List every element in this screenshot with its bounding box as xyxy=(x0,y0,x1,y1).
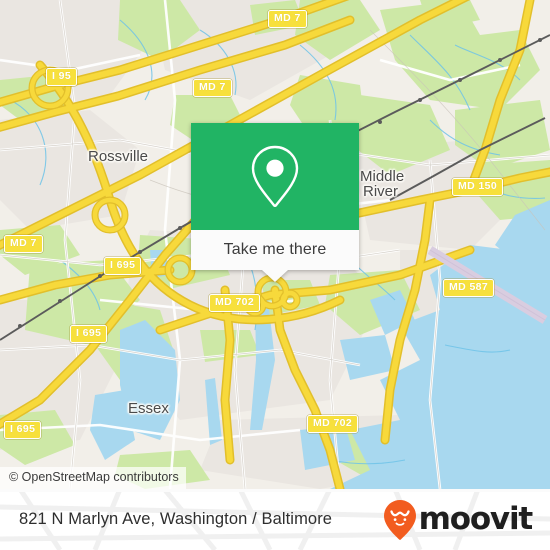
footer-bar: 821 N Marlyn Ave, Washington / Baltimore… xyxy=(0,489,550,550)
road-shield[interactable]: MD 587 xyxy=(443,279,495,297)
place-label-rossville: Rossville xyxy=(88,148,149,165)
road-shield[interactable]: MD 702 xyxy=(307,415,359,433)
road-shield[interactable]: I 95 xyxy=(46,68,78,86)
place-label-middle-river-2: River xyxy=(363,183,399,200)
map-canvas[interactable]: MD 7 I 95 MD 7 MD 150 MD 7 I 695 MD 587 … xyxy=(0,0,550,489)
moovit-wordmark: moovit xyxy=(418,501,534,537)
road-shield[interactable]: I 695 xyxy=(70,325,108,343)
map-attribution[interactable]: © OpenStreetMap contributors xyxy=(0,467,186,489)
road-shield[interactable]: I 695 xyxy=(104,257,142,275)
moovit-brand-logo[interactable]: moovit xyxy=(383,489,534,550)
road-shield[interactable]: MD 7 xyxy=(193,79,232,97)
map-pin-icon xyxy=(251,145,299,207)
road-shield[interactable]: I 695 xyxy=(4,421,42,439)
location-address-text: 821 N Marlyn Ave, Washington / Baltimore xyxy=(19,510,333,528)
road-shield[interactable]: MD 7 xyxy=(268,10,307,28)
road-shield[interactable]: MD 702 xyxy=(209,294,261,312)
moovit-smiley-pin-icon xyxy=(383,499,416,540)
callout-tail-pointer xyxy=(262,270,288,282)
callout-icon-panel xyxy=(191,123,359,230)
road-shield[interactable]: MD 7 xyxy=(4,235,43,253)
callout-action-panel[interactable]: Take me there xyxy=(191,230,359,282)
road-shield[interactable]: MD 150 xyxy=(452,178,504,196)
location-callout-card[interactable]: Take me there xyxy=(191,123,359,282)
place-label-essex: Essex xyxy=(128,400,169,417)
moovit-map-screenshot: MD 7 I 95 MD 7 MD 150 MD 7 I 695 MD 587 … xyxy=(0,0,550,550)
take-me-there-button-label: Take me there xyxy=(223,241,327,258)
